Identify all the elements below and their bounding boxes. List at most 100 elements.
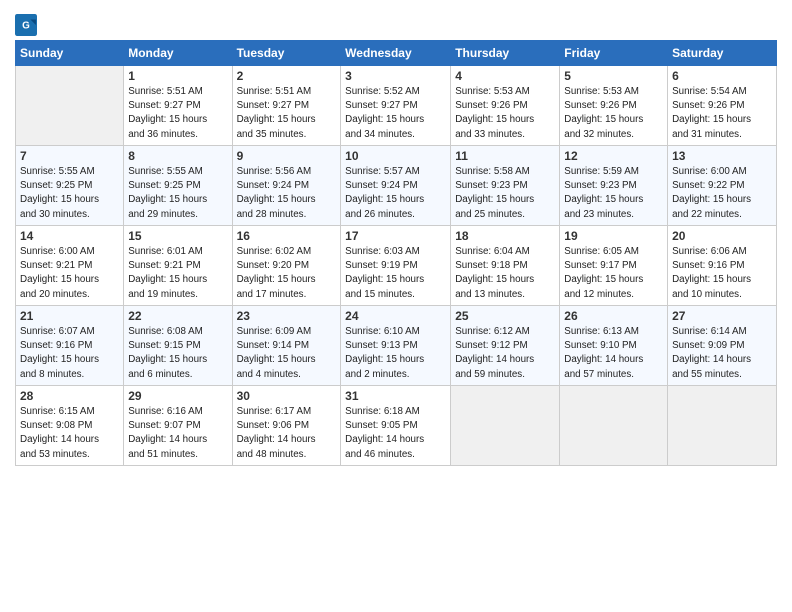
calendar-week-row: 28 Sunrise: 6:15 AM Sunset: 9:08 PM Dayli… <box>16 386 777 466</box>
calendar-cell: 18 Sunrise: 6:04 AM Sunset: 9:18 PM Dayli… <box>451 226 560 306</box>
day-number: 7 <box>20 149 119 163</box>
calendar-cell: 2 Sunrise: 5:51 AM Sunset: 9:27 PM Daylig… <box>232 66 341 146</box>
weekday-header: Tuesday <box>232 41 341 66</box>
day-info: Sunrise: 6:15 AM Sunset: 9:08 PM Dayligh… <box>20 405 119 462</box>
day-number: 29 <box>128 389 227 403</box>
day-info: Sunrise: 6:18 AM Sunset: 9:05 PM Dayligh… <box>345 405 446 462</box>
day-number: 23 <box>237 309 337 323</box>
calendar-week-row: 21 Sunrise: 6:07 AM Sunset: 9:16 PM Dayli… <box>16 306 777 386</box>
calendar-cell: 19 Sunrise: 6:05 AM Sunset: 9:17 PM Dayli… <box>560 226 668 306</box>
day-info: Sunrise: 6:00 AM Sunset: 9:21 PM Dayligh… <box>20 245 119 302</box>
day-info: Sunrise: 6:05 AM Sunset: 9:17 PM Dayligh… <box>564 245 663 302</box>
calendar-cell: 11 Sunrise: 5:58 AM Sunset: 9:23 PM Dayli… <box>451 146 560 226</box>
day-info: Sunrise: 5:53 AM Sunset: 9:26 PM Dayligh… <box>564 85 663 142</box>
header: G <box>15 10 777 36</box>
day-info: Sunrise: 5:53 AM Sunset: 9:26 PM Dayligh… <box>455 85 555 142</box>
day-info: Sunrise: 5:51 AM Sunset: 9:27 PM Dayligh… <box>128 85 227 142</box>
day-info: Sunrise: 5:51 AM Sunset: 9:27 PM Dayligh… <box>237 85 337 142</box>
calendar-cell: 24 Sunrise: 6:10 AM Sunset: 9:13 PM Dayli… <box>341 306 451 386</box>
svg-text:G: G <box>22 20 30 31</box>
calendar-cell: 29 Sunrise: 6:16 AM Sunset: 9:07 PM Dayli… <box>124 386 232 466</box>
day-number: 21 <box>20 309 119 323</box>
header-row: SundayMondayTuesdayWednesdayThursdayFrid… <box>16 41 777 66</box>
day-info: Sunrise: 6:04 AM Sunset: 9:18 PM Dayligh… <box>455 245 555 302</box>
day-number: 10 <box>345 149 446 163</box>
calendar-cell: 27Sunrise: 6:14 AM Sunset: 9:09 PM Dayli… <box>668 306 777 386</box>
calendar-cell: 13 Sunrise: 6:00 AM Sunset: 9:22 PM Dayli… <box>668 146 777 226</box>
day-info: Sunrise: 5:52 AM Sunset: 9:27 PM Dayligh… <box>345 85 446 142</box>
calendar-table: SundayMondayTuesdayWednesdayThursdayFrid… <box>15 40 777 466</box>
day-info: Sunrise: 6:03 AM Sunset: 9:19 PM Dayligh… <box>345 245 446 302</box>
day-info: Sunrise: 5:58 AM Sunset: 9:23 PM Dayligh… <box>455 165 555 222</box>
day-number: 14 <box>20 229 119 243</box>
day-number: 24 <box>345 309 446 323</box>
calendar-cell: 23 Sunrise: 6:09 AM Sunset: 9:14 PM Dayli… <box>232 306 341 386</box>
day-number: 26 <box>564 309 663 323</box>
day-number: 13 <box>672 149 772 163</box>
calendar-cell: 16Sunrise: 6:02 AM Sunset: 9:20 PM Dayli… <box>232 226 341 306</box>
calendar-week-row: 1 Sunrise: 5:51 AM Sunset: 9:27 PM Daylig… <box>16 66 777 146</box>
day-info: Sunrise: 5:55 AM Sunset: 9:25 PM Dayligh… <box>128 165 227 222</box>
calendar-cell: 15 Sunrise: 6:01 AM Sunset: 9:21 PM Dayli… <box>124 226 232 306</box>
day-info: Sunrise: 6:01 AM Sunset: 9:21 PM Dayligh… <box>128 245 227 302</box>
day-number: 9 <box>237 149 337 163</box>
day-info: Sunrise: 5:57 AM Sunset: 9:24 PM Dayligh… <box>345 165 446 222</box>
calendar-cell: 30Sunrise: 6:17 AM Sunset: 9:06 PM Dayli… <box>232 386 341 466</box>
logo-icon: G <box>15 14 37 36</box>
day-number: 1 <box>128 69 227 83</box>
day-number: 19 <box>564 229 663 243</box>
calendar-cell: 25 Sunrise: 6:12 AM Sunset: 9:12 PM Dayli… <box>451 306 560 386</box>
day-info: Sunrise: 6:16 AM Sunset: 9:07 PM Dayligh… <box>128 405 227 462</box>
day-info: Sunrise: 6:09 AM Sunset: 9:14 PM Dayligh… <box>237 325 337 382</box>
day-number: 28 <box>20 389 119 403</box>
day-info: Sunrise: 6:14 AM Sunset: 9:09 PM Dayligh… <box>672 325 772 382</box>
day-number: 31 <box>345 389 446 403</box>
day-number: 11 <box>455 149 555 163</box>
day-info: Sunrise: 6:02 AM Sunset: 9:20 PM Dayligh… <box>237 245 337 302</box>
day-info: Sunrise: 6:10 AM Sunset: 9:13 PM Dayligh… <box>345 325 446 382</box>
weekday-header: Thursday <box>451 41 560 66</box>
logo: G <box>15 14 39 36</box>
day-number: 30 <box>237 389 337 403</box>
day-info: Sunrise: 6:08 AM Sunset: 9:15 PM Dayligh… <box>128 325 227 382</box>
day-number: 3 <box>345 69 446 83</box>
day-number: 18 <box>455 229 555 243</box>
day-info: Sunrise: 6:00 AM Sunset: 9:22 PM Dayligh… <box>672 165 772 222</box>
calendar-week-row: 14 Sunrise: 6:00 AM Sunset: 9:21 PM Dayli… <box>16 226 777 306</box>
calendar-cell: 3 Sunrise: 5:52 AM Sunset: 9:27 PM Daylig… <box>341 66 451 146</box>
calendar-cell: 10 Sunrise: 5:57 AM Sunset: 9:24 PM Dayli… <box>341 146 451 226</box>
day-number: 20 <box>672 229 772 243</box>
calendar-cell: 22Sunrise: 6:08 AM Sunset: 9:15 PM Dayli… <box>124 306 232 386</box>
calendar-cell <box>451 386 560 466</box>
main-container: G SundayMondayTuesdayWednesdayThursdayFr… <box>0 0 792 476</box>
day-info: Sunrise: 6:07 AM Sunset: 9:16 PM Dayligh… <box>20 325 119 382</box>
day-number: 8 <box>128 149 227 163</box>
day-info: Sunrise: 5:54 AM Sunset: 9:26 PM Dayligh… <box>672 85 772 142</box>
calendar-cell: 4 Sunrise: 5:53 AM Sunset: 9:26 PM Daylig… <box>451 66 560 146</box>
calendar-cell: 7 Sunrise: 5:55 AM Sunset: 9:25 PM Daylig… <box>16 146 124 226</box>
calendar-cell: 12 Sunrise: 5:59 AM Sunset: 9:23 PM Dayli… <box>560 146 668 226</box>
day-info: Sunrise: 6:12 AM Sunset: 9:12 PM Dayligh… <box>455 325 555 382</box>
calendar-cell <box>560 386 668 466</box>
calendar-cell: 17Sunrise: 6:03 AM Sunset: 9:19 PM Dayli… <box>341 226 451 306</box>
day-number: 15 <box>128 229 227 243</box>
calendar-cell: 31 Sunrise: 6:18 AM Sunset: 9:05 PM Dayli… <box>341 386 451 466</box>
weekday-header: Friday <box>560 41 668 66</box>
day-number: 12 <box>564 149 663 163</box>
calendar-cell <box>16 66 124 146</box>
calendar-cell: 20 Sunrise: 6:06 AM Sunset: 9:16 PM Dayli… <box>668 226 777 306</box>
day-number: 2 <box>237 69 337 83</box>
day-info: Sunrise: 5:59 AM Sunset: 9:23 PM Dayligh… <box>564 165 663 222</box>
day-info: Sunrise: 5:55 AM Sunset: 9:25 PM Dayligh… <box>20 165 119 222</box>
day-number: 4 <box>455 69 555 83</box>
calendar-cell: 26Sunrise: 6:13 AM Sunset: 9:10 PM Dayli… <box>560 306 668 386</box>
calendar-week-row: 7 Sunrise: 5:55 AM Sunset: 9:25 PM Daylig… <box>16 146 777 226</box>
day-number: 25 <box>455 309 555 323</box>
weekday-header: Monday <box>124 41 232 66</box>
calendar-cell: 14 Sunrise: 6:00 AM Sunset: 9:21 PM Dayli… <box>16 226 124 306</box>
calendar-cell: 9Sunrise: 5:56 AM Sunset: 9:24 PM Daylig… <box>232 146 341 226</box>
day-info: Sunrise: 6:06 AM Sunset: 9:16 PM Dayligh… <box>672 245 772 302</box>
calendar-cell: 8 Sunrise: 5:55 AM Sunset: 9:25 PM Daylig… <box>124 146 232 226</box>
calendar-cell: 5Sunrise: 5:53 AM Sunset: 9:26 PM Daylig… <box>560 66 668 146</box>
calendar-cell: 6Sunrise: 5:54 AM Sunset: 9:26 PM Daylig… <box>668 66 777 146</box>
